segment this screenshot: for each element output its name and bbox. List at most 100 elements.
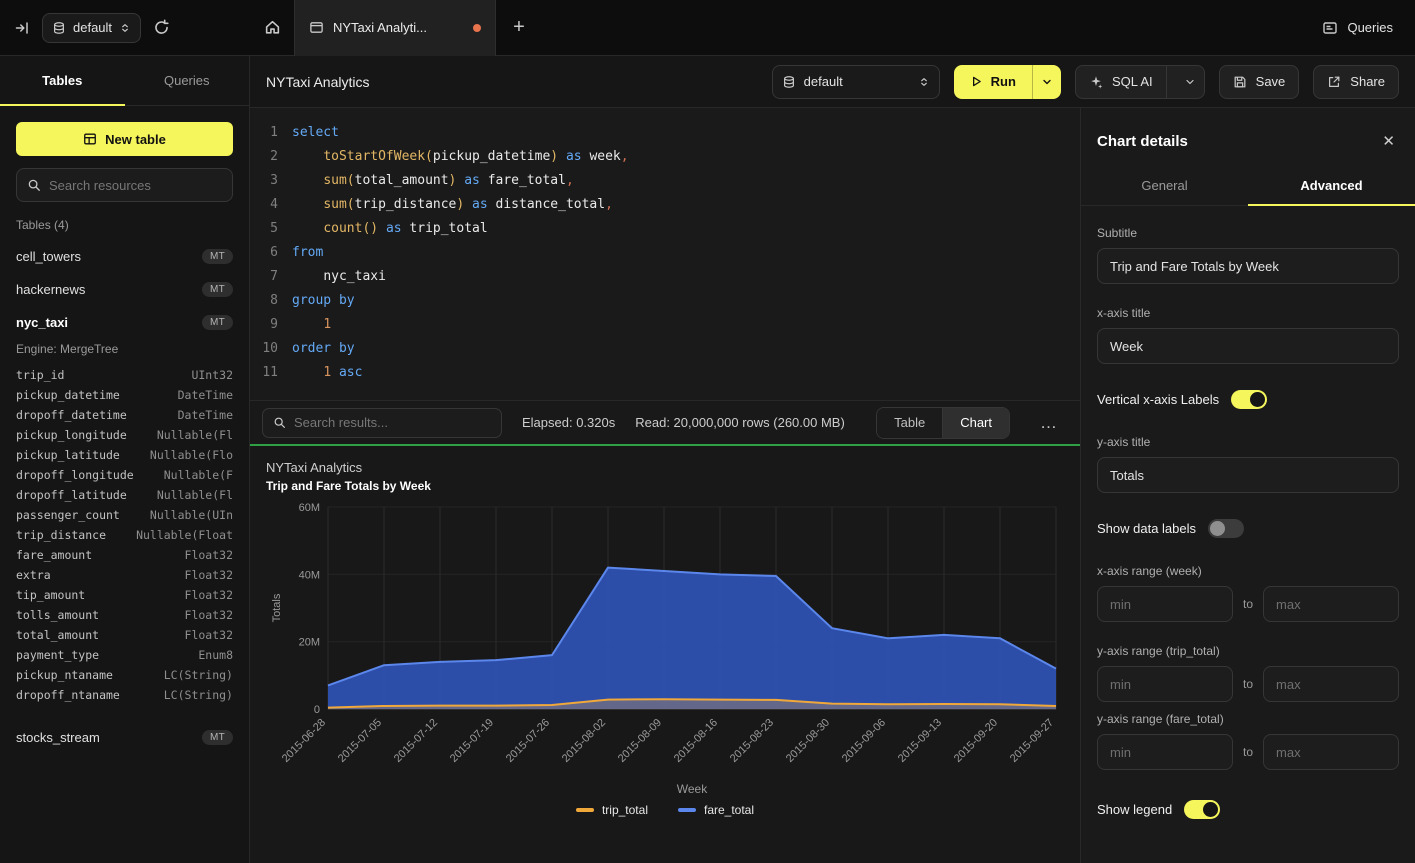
svg-text:2015-08-23: 2015-08-23 [728, 717, 776, 765]
sql-ai-label: SQL AI [1112, 74, 1153, 89]
new-table-button[interactable]: New table [16, 122, 233, 156]
table-item-hackernews[interactable]: hackernewsMT [16, 273, 233, 306]
sidebar-tabs: Tables Queries [0, 56, 249, 106]
new-tab-button[interactable]: + [496, 0, 542, 56]
code-line[interactable]: sum(trip_distance) as distance_total, [292, 193, 1080, 217]
header-database-label: default [804, 74, 843, 89]
query-tab[interactable]: NYTaxi Analyti... [294, 0, 496, 56]
header-database-selector[interactable]: default [772, 65, 940, 99]
line-number: 9 [250, 313, 278, 337]
legend-item-fare-total[interactable]: fare_total [678, 803, 754, 817]
code-line[interactable]: from [292, 241, 1080, 265]
view-table-button[interactable]: Table [877, 408, 942, 438]
refresh-icon[interactable] [153, 19, 170, 36]
new-table-label: New table [105, 132, 166, 147]
close-icon[interactable]: ✕ [1378, 128, 1399, 154]
read-stat: Read: 20,000,000 rows (260.00 MB) [635, 415, 845, 430]
column-name: dropoff_longitude [16, 468, 134, 482]
code-line[interactable]: 1 asc [292, 361, 1080, 385]
y-axis-title-input[interactable] [1097, 457, 1399, 493]
table-item-nyc_taxi[interactable]: nyc_taxiMT [16, 306, 233, 339]
column-item-dropoff_latitude[interactable]: dropoff_latitudeNullable(Fl [16, 485, 233, 505]
column-item-tolls_amount[interactable]: tolls_amountFloat32 [16, 605, 233, 625]
x-axis-title-input[interactable] [1097, 328, 1399, 364]
column-item-trip_id[interactable]: trip_idUInt32 [16, 365, 233, 385]
column-name: trip_id [16, 368, 64, 382]
queries-button[interactable]: Queries [1300, 0, 1415, 56]
code-line[interactable]: nyc_taxi [292, 265, 1080, 289]
column-item-trip_distance[interactable]: trip_distanceNullable(Float [16, 525, 233, 545]
engine-badge: MT [202, 249, 233, 264]
sql-editor[interactable]: 1234567891011 select toStartOfWeek(picku… [250, 108, 1080, 400]
column-type: Float32 [185, 568, 233, 582]
home-button[interactable] [250, 0, 294, 56]
show-data-labels-toggle[interactable] [1208, 519, 1244, 538]
column-item-passenger_count[interactable]: passenger_countNullable(UIn [16, 505, 233, 525]
query-tab-title: NYTaxi Analyti... [333, 20, 464, 35]
sql-code[interactable]: select toStartOfWeek(pickup_datetime) as… [292, 121, 1080, 400]
database-selector[interactable]: default [42, 13, 141, 43]
line-number: 1 [250, 121, 278, 145]
save-button[interactable]: Save [1219, 65, 1300, 99]
y-axis-range-fare-max-input[interactable] [1263, 734, 1399, 770]
table-name: cell_towers [16, 249, 81, 264]
column-item-fare_amount[interactable]: fare_amountFloat32 [16, 545, 233, 565]
x-axis-range-min-input[interactable] [1097, 586, 1233, 622]
code-line[interactable]: 1 [292, 313, 1080, 337]
code-line[interactable]: sum(total_amount) as fare_total, [292, 169, 1080, 193]
column-name: trip_distance [16, 528, 106, 542]
code-line[interactable]: group by [292, 289, 1080, 313]
show-legend-toggle[interactable] [1184, 800, 1220, 819]
svg-text:2015-09-06: 2015-09-06 [840, 717, 888, 765]
column-item-dropoff_ntaname[interactable]: dropoff_ntanameLC(String) [16, 685, 233, 705]
column-item-dropoff_datetime[interactable]: dropoff_datetimeDateTime [16, 405, 233, 425]
run-button[interactable]: Run [954, 65, 1032, 99]
code-line[interactable]: select [292, 121, 1080, 145]
y-axis-range-trip-min-input[interactable] [1097, 666, 1233, 702]
column-item-dropoff_longitude[interactable]: dropoff_longitudeNullable(F [16, 465, 233, 485]
share-button[interactable]: Share [1313, 65, 1399, 99]
results-search-input[interactable] [294, 415, 491, 430]
y-axis-range-fare-min-input[interactable] [1097, 734, 1233, 770]
resource-search-input[interactable] [49, 178, 222, 193]
line-number: 4 [250, 193, 278, 217]
sidebar-tab-queries[interactable]: Queries [125, 56, 250, 105]
svg-text:2015-08-30: 2015-08-30 [784, 717, 832, 765]
column-item-payment_type[interactable]: payment_typeEnum8 [16, 645, 233, 665]
sql-ai-button[interactable]: SQL AI [1075, 65, 1205, 99]
run-options-button[interactable] [1033, 65, 1061, 99]
sql-ai-options-button[interactable] [1176, 76, 1204, 88]
tab-general[interactable]: General [1081, 166, 1248, 205]
results-search[interactable] [262, 408, 502, 438]
chart-title: NYTaxi Analytics [266, 460, 1064, 475]
column-item-pickup_longitude[interactable]: pickup_longitudeNullable(Fl [16, 425, 233, 445]
table-item-stocks_stream[interactable]: stocks_streamMT [16, 721, 233, 754]
sidebar-tab-tables[interactable]: Tables [0, 56, 125, 105]
code-line[interactable]: count() as trip_total [292, 217, 1080, 241]
legend-item-trip-total[interactable]: trip_total [576, 803, 648, 817]
subtitle-input[interactable] [1097, 248, 1399, 284]
x-axis-range-max-input[interactable] [1263, 586, 1399, 622]
svg-text:0: 0 [314, 704, 320, 716]
code-line[interactable]: order by [292, 337, 1080, 361]
view-chart-button[interactable]: Chart [942, 408, 1009, 438]
vertical-x-labels-toggle[interactable] [1231, 390, 1267, 409]
code-line[interactable]: toStartOfWeek(pickup_datetime) as week, [292, 145, 1080, 169]
column-item-tip_amount[interactable]: tip_amountFloat32 [16, 585, 233, 605]
column-item-pickup_ntaname[interactable]: pickup_ntanameLC(String) [16, 665, 233, 685]
collapse-sidebar-icon[interactable] [14, 20, 30, 36]
resource-search[interactable] [16, 168, 233, 202]
column-item-pickup_latitude[interactable]: pickup_latitudeNullable(Flo [16, 445, 233, 465]
y-axis-range-trip-max-input[interactable] [1263, 666, 1399, 702]
column-type: Nullable(UIn [150, 508, 233, 522]
top-bar: default NYTaxi Analyti... + Qu [0, 0, 1415, 56]
column-item-extra[interactable]: extraFloat32 [16, 565, 233, 585]
column-item-pickup_datetime[interactable]: pickup_datetimeDateTime [16, 385, 233, 405]
column-item-total_amount[interactable]: total_amountFloat32 [16, 625, 233, 645]
column-name: fare_amount [16, 548, 92, 562]
share-label: Share [1350, 74, 1385, 89]
table-item-cell_towers[interactable]: cell_towers MT [16, 240, 233, 273]
tab-advanced[interactable]: Advanced [1248, 166, 1415, 205]
sidebar-body: New table Tables (4) cell_towersMThacker… [0, 106, 249, 863]
more-options-button[interactable]: … [1030, 413, 1068, 433]
